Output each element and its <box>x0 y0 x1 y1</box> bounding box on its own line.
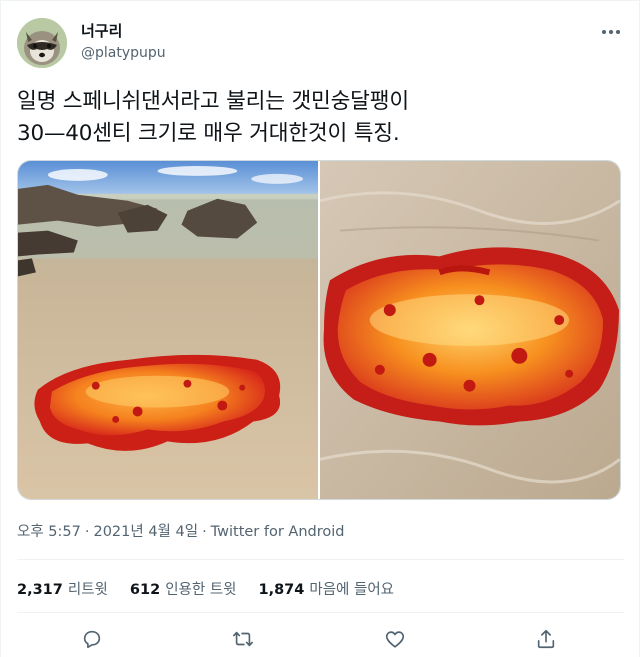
tweet-time[interactable]: 오후 5:57 <box>17 524 81 540</box>
divider <box>17 559 624 560</box>
quotes-count: 612 <box>129 582 161 598</box>
share-icon <box>537 629 555 649</box>
likes-stat[interactable]: 1,874 마음에 들어요 <box>259 578 395 599</box>
divider <box>17 612 624 613</box>
action-bar <box>1 622 640 656</box>
more-dot <box>609 30 613 34</box>
retweets-stat[interactable]: 2,317 리트윗 <box>17 578 108 599</box>
display-name[interactable]: 너구리 <box>81 20 122 41</box>
retweet-icon <box>233 631 253 647</box>
tweet-source[interactable]: Twitter for Android <box>211 524 345 540</box>
top-divider <box>1 0 640 1</box>
retweet-button[interactable] <box>228 624 258 654</box>
tweet-date[interactable]: 2021년 4월 4일 <box>93 524 198 540</box>
spanish-dancer-closeup-photo <box>320 161 620 499</box>
likes-label: 마음에 들어요 <box>309 582 395 598</box>
like-button[interactable] <box>380 624 410 654</box>
retweets-count: 2,317 <box>17 582 63 598</box>
more-icon[interactable] <box>599 22 623 42</box>
tweet-stats: 2,317 리트윗 612 인용한 트윗 1,874 마음에 들어요 <box>17 578 394 599</box>
more-dot <box>616 30 620 34</box>
tweet-meta: 오후 5:57 · 2021년 4월 4일 · Twitter for Android <box>17 520 345 541</box>
media-grid <box>17 160 621 500</box>
reply-icon <box>83 630 101 649</box>
reply-button[interactable] <box>77 624 107 654</box>
meta-separator: · <box>84 524 90 540</box>
tweet-card: 너구리 @platypupu 일명 스페니쉬댄서라고 불리는 갯민숭달팽이 30… <box>0 0 640 657</box>
raccoon-avatar-image <box>17 18 67 68</box>
likes-count: 1,874 <box>258 582 305 598</box>
meta-separator: · <box>202 524 207 540</box>
retweets-label: 리트윗 <box>67 582 108 598</box>
like-icon <box>385 631 405 648</box>
user-handle[interactable]: @platypupu <box>81 45 166 61</box>
quotes-stat[interactable]: 612 인용한 트윗 <box>130 578 237 599</box>
photo-beach[interactable] <box>18 161 318 499</box>
share-button[interactable] <box>531 624 561 654</box>
more-dot <box>602 30 606 34</box>
tweet-text: 일명 스페니쉬댄서라고 불리는 갯민숭달팽이 30—40센티 크기로 매우 거대… <box>17 89 409 146</box>
quotes-label: 인용한 트윗 <box>165 582 237 598</box>
spanish-dancer-beach-photo <box>18 161 318 499</box>
avatar[interactable] <box>17 18 67 68</box>
photo-closeup[interactable] <box>320 161 620 499</box>
